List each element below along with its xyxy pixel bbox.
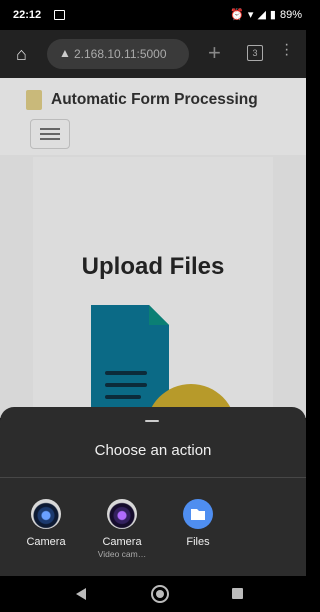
camera-icon bbox=[31, 499, 61, 529]
signal-icon: ◢ bbox=[257, 9, 266, 21]
home-button-icon[interactable] bbox=[151, 585, 169, 603]
address-url[interactable]: 2.168.10.11:5000 bbox=[74, 47, 167, 61]
camera-option-label: Camera bbox=[26, 536, 66, 548]
web-page: Automatic Form Processing Upload Files bbox=[0, 78, 306, 419]
upload-heading: Upload Files bbox=[81, 253, 225, 280]
camera-option[interactable]: Camera bbox=[11, 499, 81, 548]
browser-toolbar: ⌂ ▲ 2.168.10.11:5000 + 3 · · · bbox=[0, 30, 306, 78]
system-navigation-bar bbox=[0, 576, 306, 612]
status-time: 22:12 bbox=[13, 9, 42, 21]
home-icon[interactable]: ⌂ bbox=[16, 44, 27, 65]
wifi-icon: ▾ bbox=[247, 9, 254, 21]
overflow-menu-icon[interactable]: · · · bbox=[284, 37, 289, 63]
recents-icon[interactable] bbox=[232, 588, 243, 599]
gallery-notification-icon bbox=[54, 10, 65, 20]
new-tab-icon[interactable]: + bbox=[208, 40, 221, 66]
files-option[interactable]: Files bbox=[163, 499, 233, 548]
sheet-drag-handle[interactable] bbox=[145, 420, 159, 422]
hamburger-menu-button[interactable] bbox=[30, 119, 70, 149]
video-camera-option-sublabel: Video cam… bbox=[97, 549, 147, 559]
address-bar[interactable]: ▲ 2.168.10.11:5000 bbox=[47, 39, 189, 69]
not-secure-warning-icon[interactable]: ▲ bbox=[59, 46, 71, 60]
video-camera-option[interactable]: Camera Video cam… bbox=[87, 499, 157, 559]
site-brand[interactable]: Automatic Form Processing bbox=[51, 91, 258, 109]
choose-action-sheet: Choose an action Camera Camera Video cam… bbox=[0, 407, 306, 576]
alarm-icon: ⏰ bbox=[230, 9, 244, 21]
battery-icon: ▮ bbox=[269, 9, 276, 21]
folder-icon bbox=[183, 499, 213, 529]
video-camera-icon bbox=[107, 499, 137, 529]
files-option-label: Files bbox=[186, 536, 210, 548]
tab-switcher-button[interactable]: 3 bbox=[247, 45, 263, 61]
back-icon[interactable] bbox=[76, 588, 86, 600]
battery-level: 89% bbox=[279, 8, 302, 21]
sheet-divider bbox=[0, 477, 306, 478]
sheet-title: Choose an action bbox=[94, 442, 212, 459]
video-camera-option-label: Camera bbox=[102, 536, 142, 548]
upload-card: Upload Files bbox=[33, 157, 273, 419]
document-logo-icon bbox=[26, 90, 42, 110]
status-bar: 22:12 ⏰ ▾ ◢ ▮ 89% bbox=[0, 0, 306, 30]
document-fold bbox=[149, 305, 169, 325]
upload-file-illustration[interactable] bbox=[33, 157, 273, 419]
site-navbar: Automatic Form Processing bbox=[0, 78, 306, 155]
